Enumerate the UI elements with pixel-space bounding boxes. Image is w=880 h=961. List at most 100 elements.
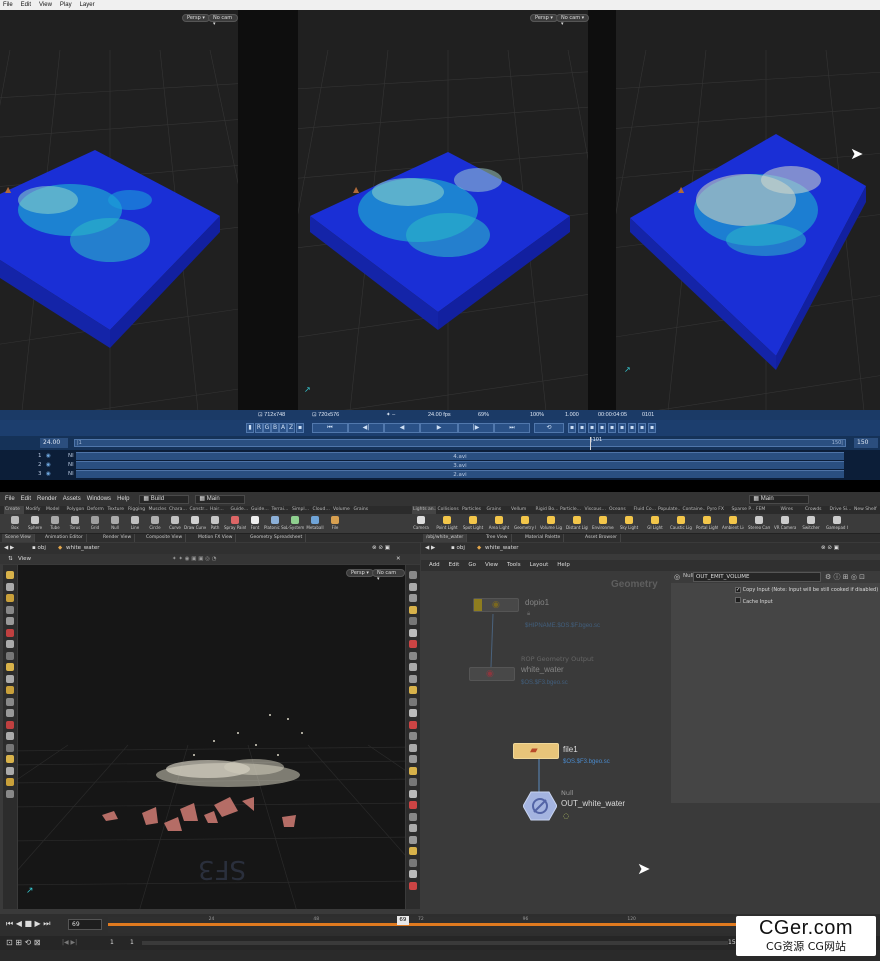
- option-icon[interactable]: ▪: [628, 423, 636, 433]
- channel-r[interactable]: R: [255, 423, 263, 433]
- viewport-tool-icon[interactable]: [409, 663, 417, 671]
- viewport-tool-icon[interactable]: [6, 778, 14, 786]
- loop-icon[interactable]: ⟲: [534, 423, 564, 433]
- create-tool-4[interactable]: Grid: [84, 515, 106, 533]
- viewport-tool-icon[interactable]: [409, 881, 417, 890]
- eye-icon[interactable]: ◉: [46, 470, 51, 479]
- eye-icon[interactable]: ◉: [46, 461, 51, 470]
- right-context-menu[interactable]: ▦ Main: [749, 494, 810, 504]
- right-shelf-tab[interactable]: Grains: [486, 506, 510, 514]
- menu-windows[interactable]: Windows: [87, 496, 111, 502]
- panel-tab-right-0[interactable]: /obj/white_water: [423, 534, 468, 542]
- viewport-tool-icon[interactable]: [409, 674, 417, 683]
- option-icon[interactable]: ▪: [638, 423, 646, 433]
- viewport-tool-icon[interactable]: [6, 697, 14, 706]
- viewport-tool-icon[interactable]: [6, 663, 14, 671]
- panel-tab-left-5[interactable]: Geometry Spreadsheet: [247, 534, 307, 542]
- cache-input-checkbox[interactable]: [735, 597, 741, 603]
- menu-assets[interactable]: Assets: [63, 496, 81, 502]
- create-tool-13[interactable]: Platonic Solids: [264, 515, 286, 533]
- eye-icon[interactable]: ◉: [46, 452, 51, 461]
- context-menu[interactable]: ▦ Main: [195, 494, 246, 504]
- viewport-tool-icon[interactable]: [409, 789, 417, 798]
- right-shelf-tab[interactable]: Drive Si…: [829, 506, 853, 514]
- zoom-readout[interactable]: 69%: [478, 412, 489, 418]
- copy-input-row[interactable]: ✓ Copy Input (Note: Input will be still …: [735, 587, 878, 593]
- panel-tab-left-0[interactable]: Scene View: [2, 534, 35, 542]
- view-toggle-icon[interactable]: ⇅: [8, 554, 13, 564]
- menu-edit[interactable]: Edit: [21, 496, 31, 502]
- channel-z[interactable]: Z: [287, 423, 295, 433]
- camera-menu[interactable]: No cam ▾: [208, 14, 238, 27]
- channel-g[interactable]: G: [263, 423, 271, 433]
- viewport-tool-icon[interactable]: [6, 720, 14, 729]
- transport-icons[interactable]: ⏮ ◀ ■ ▶ ⏭: [6, 919, 50, 929]
- ne-menu-add[interactable]: Add: [429, 560, 440, 571]
- left-shelf-tab[interactable]: Simpl…: [291, 506, 311, 514]
- menu-file[interactable]: File: [3, 2, 13, 8]
- left-shelf-tab[interactable]: Rigging: [127, 506, 147, 514]
- ne-menu-go[interactable]: Go: [468, 560, 476, 571]
- right-shelf-tab[interactable]: Containe…: [682, 506, 706, 514]
- range-start[interactable]: 1: [110, 939, 114, 946]
- node-path-segment[interactable]: white_water: [66, 543, 99, 554]
- menu-help[interactable]: Help: [117, 496, 129, 502]
- viewport-tool-icon[interactable]: [409, 651, 417, 660]
- viewport-tool-icon[interactable]: [6, 709, 14, 717]
- right-shelf-tab[interactable]: Rigid Bo…: [535, 506, 559, 514]
- viewport-tool-icon[interactable]: [409, 697, 417, 706]
- node-body[interactable]: ◉: [469, 667, 515, 681]
- light-tool-14[interactable]: VR Camera: [774, 515, 796, 533]
- panel-tab-left-1[interactable]: Animation Editor: [42, 534, 87, 542]
- create-tool-15[interactable]: Metaball: [304, 515, 326, 533]
- right-shelf-tab[interactable]: New Shelf: [853, 506, 877, 514]
- current-frame-field[interactable]: 69: [68, 919, 102, 930]
- create-tool-9[interactable]: Draw Curve: [184, 515, 206, 533]
- viewport-tool-icon[interactable]: [6, 628, 14, 637]
- viewport-tool-icon[interactable]: [409, 870, 417, 878]
- viewport-tool-icon[interactable]: [409, 720, 417, 729]
- viewport-tool-icon[interactable]: [6, 732, 14, 740]
- option-icon[interactable]: ▪: [598, 423, 606, 433]
- persp-menu[interactable]: Persp ▾: [346, 569, 374, 577]
- viewport-tool-icon[interactable]: [409, 743, 417, 752]
- panel-tab-right-2[interactable]: Material Palette: [522, 534, 565, 542]
- menu-play[interactable]: Play: [60, 2, 72, 8]
- viewport-tool-icon[interactable]: [6, 594, 14, 602]
- range-tools-icon[interactable]: ⊡ ⊞ ⟲ ⊠: [6, 938, 40, 947]
- node-name-field[interactable]: OUT_EMIT_VOLUME: [693, 572, 821, 582]
- viewport-tool-icon[interactable]: [409, 858, 417, 867]
- viewport-tool-icon[interactable]: [409, 824, 417, 832]
- ne-menu-help[interactable]: Help: [557, 560, 570, 571]
- create-tool-16[interactable]: File: [324, 515, 346, 533]
- light-tool-0[interactable]: Camera: [410, 515, 432, 533]
- persp-menu[interactable]: Persp ▾: [530, 14, 558, 22]
- viewport-tool-icon[interactable]: [409, 686, 417, 694]
- range-start2[interactable]: 1: [130, 939, 134, 946]
- light-tool-5[interactable]: Volume Light: [540, 515, 562, 533]
- menu-render[interactable]: Render: [37, 496, 57, 502]
- ne-menu-tools[interactable]: Tools: [507, 560, 521, 571]
- light-tool-15[interactable]: Switcher: [800, 515, 822, 533]
- light-tool-9[interactable]: GI Light: [644, 515, 666, 533]
- right-shelf-tab[interactable]: Viscous…: [584, 506, 608, 514]
- viewport-pane-3[interactable]: ▲ ↗ Persp ▾ No cam ▾ ➤: [616, 10, 880, 410]
- viewport-tool-icon[interactable]: [409, 812, 417, 821]
- viewport-tool-icon[interactable]: [409, 617, 417, 625]
- copy-input-checkbox[interactable]: ✓: [735, 587, 741, 593]
- menu-edit[interactable]: Edit: [21, 2, 31, 8]
- right-shelf-tab[interactable]: FEM: [755, 506, 779, 514]
- layer-row[interactable]: 3 ◉ Nl 2.avi: [0, 470, 880, 479]
- viewport-tool-icon[interactable]: [6, 789, 14, 798]
- light-tool-6[interactable]: Distant Light: [566, 515, 588, 533]
- viewport-tool-icon[interactable]: [6, 651, 14, 660]
- fps-readout[interactable]: 24.00 fps: [428, 412, 451, 418]
- create-tool-10[interactable]: Path: [204, 515, 226, 533]
- gamma-readout[interactable]: 1.000: [565, 412, 579, 418]
- option-icon[interactable]: ▪: [618, 423, 626, 433]
- viewport-tool-icon[interactable]: [6, 605, 14, 614]
- light-tool-8[interactable]: Sky Light: [618, 515, 640, 533]
- light-tool-1[interactable]: Point Light: [436, 515, 458, 533]
- left-shelf-tab[interactable]: Model: [45, 506, 65, 514]
- left-shelf-tab[interactable]: Chara…: [168, 506, 188, 514]
